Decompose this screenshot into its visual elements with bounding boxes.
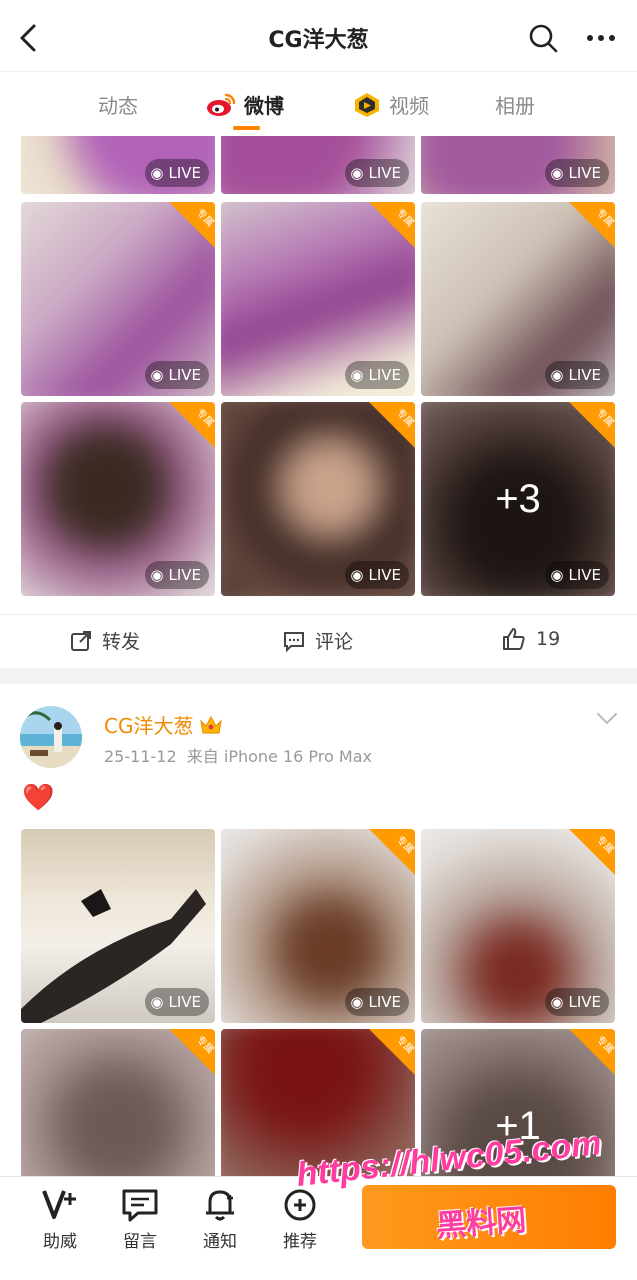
live-badge: ◉ LIVE (145, 561, 209, 589)
message-icon (122, 1189, 158, 1222)
vip-corner-badge: 专属 (169, 402, 215, 448)
live-badge: ◉ LIVE (545, 361, 609, 389)
vip-corner-badge: 专属 (369, 202, 415, 248)
post-image[interactable]: 专属 ◉ LIVE (21, 402, 215, 596)
active-tab-indicator (233, 126, 260, 130)
post-image-more[interactable]: 专属 +3 ◉ LIVE (421, 402, 615, 596)
live-badge: ◉ LIVE (345, 361, 409, 389)
post-image[interactable]: 专属 ◉ LIVE (221, 402, 415, 596)
live-badge: ◉ LIVE (545, 159, 609, 187)
bell-icon (206, 1190, 234, 1221)
search-icon[interactable] (527, 22, 559, 54)
post-meta: 25-11-12 来自 iPhone 16 Pro Max (104, 743, 372, 767)
live-badge: ◉ LIVE (145, 361, 209, 389)
like-count: 19 (536, 628, 561, 650)
weibo-logo-icon (207, 93, 236, 116)
avatar[interactable] (20, 706, 82, 768)
vip-corner-badge: 专属 (369, 829, 415, 875)
repost-icon (71, 630, 91, 651)
like-button[interactable]: 19 (502, 627, 560, 651)
post-separator (0, 668, 637, 684)
video-badge-icon (355, 92, 379, 117)
crown-icon (200, 715, 223, 733)
live-badge: ◉ LIVE (345, 988, 409, 1016)
watermark-name: 黑料网 (435, 1202, 528, 1245)
live-badge: ◉ LIVE (545, 561, 609, 589)
tab-album[interactable]: 相册 (495, 90, 535, 119)
more-dots-icon[interactable] (584, 26, 618, 50)
profile-tabs: 动态 微博 视频 相册 (0, 72, 637, 136)
post-date: 25-11-12 (104, 747, 177, 766)
live-badge: ◉ LIVE (545, 988, 609, 1016)
tab-weibo[interactable]: 微博 (206, 90, 284, 119)
post-content-heart: ❤️ (22, 783, 55, 813)
post-image[interactable]: 专属 ◉ LIVE (221, 202, 415, 396)
vip-corner-badge: 专属 (369, 1029, 415, 1075)
vip-corner-badge: 专属 (569, 829, 615, 875)
post-image[interactable]: 专属 ◉ LIVE (221, 829, 415, 1023)
vip-corner-badge: 专属 (169, 202, 215, 248)
username[interactable]: CG洋大葱 (104, 710, 223, 739)
cheer-v-icon (42, 1190, 76, 1219)
tab-video[interactable]: 视频 (353, 90, 429, 119)
live-badge: ◉ LIVE (345, 159, 409, 187)
post-image[interactable]: 专属 ◉ LIVE (421, 829, 615, 1023)
thumbs-up-icon (503, 628, 525, 650)
post-source: 来自 iPhone 16 Pro Max (186, 747, 372, 766)
live-badge: ◉ LIVE (345, 561, 409, 589)
bottom-nav-message[interactable]: 留言 (110, 1187, 170, 1252)
post-image[interactable]: 专属 ◉ LIVE (21, 202, 215, 396)
bottom-nav-cheer[interactable]: 助威 (30, 1187, 90, 1252)
vip-corner-badge: 专属 (369, 402, 415, 448)
post-image[interactable]: ◉ LIVE (421, 136, 615, 194)
repost-button[interactable]: 转发 (70, 627, 140, 654)
chevron-down-icon[interactable] (596, 712, 618, 726)
post-image[interactable]: ◉ LIVE (21, 136, 215, 194)
bottom-nav-notify[interactable]: 通知 (190, 1187, 250, 1252)
post-image[interactable]: ◉ LIVE (221, 136, 415, 194)
comment-icon (284, 631, 304, 652)
post-image[interactable]: ◉ LIVE (21, 829, 215, 1023)
bottom-nav-recommend[interactable]: 推荐 (270, 1187, 330, 1252)
tab-dongtai[interactable]: 动态 (98, 90, 138, 119)
live-badge: ◉ LIVE (145, 159, 209, 187)
vip-corner-badge: 专属 (569, 202, 615, 248)
post-image[interactable]: 专属 ◉ LIVE (421, 202, 615, 396)
post-actions: 转发 评论 19 (0, 614, 637, 668)
live-badge: ◉ LIVE (145, 988, 209, 1016)
top-bar: CG洋大葱 (0, 0, 637, 72)
comment-button[interactable]: 评论 (283, 627, 353, 654)
vip-corner-badge: 专属 (169, 1029, 215, 1075)
